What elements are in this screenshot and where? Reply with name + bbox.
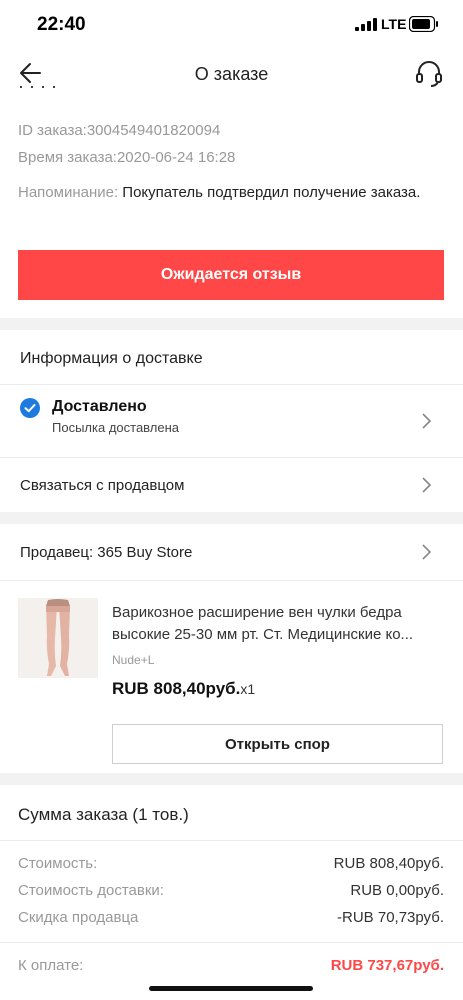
summary-total-value: RUB 737,67руб.: [330, 957, 444, 974]
stockings-image: [18, 598, 98, 678]
section-separator: [0, 512, 463, 524]
order-reminder: Напоминание: Покупатель подтвердил получ…: [18, 181, 438, 204]
network-label: LTE: [381, 16, 407, 32]
divider: [0, 457, 463, 458]
summary-label: Стоимость:: [18, 855, 98, 872]
section-separator: [0, 773, 463, 785]
home-indicator[interactable]: [149, 986, 313, 991]
summary-label: К оплате:: [18, 957, 84, 974]
price-value: RUB 808,40руб.: [112, 679, 241, 698]
product-image[interactable]: [18, 598, 98, 678]
order-time: Время заказа:2020-06-24 16:28: [18, 149, 236, 166]
signal-icon: [355, 18, 377, 31]
divider: [0, 580, 463, 581]
chevron-right-icon: [422, 413, 432, 429]
divider: [0, 840, 463, 841]
page-title: О заказе: [194, 64, 269, 84]
chevron-right-icon: [422, 477, 432, 493]
clipped-text: · · · ·: [18, 84, 57, 96]
summary-value: RUB 808,40руб.: [333, 855, 444, 872]
delivery-status-detail: Посылка доставлена: [52, 420, 180, 435]
summary-label: Скидка продавца: [18, 909, 139, 926]
reminder-label: Напоминание:: [18, 184, 119, 201]
reminder-text: Покупатель подтвердил получение заказа.: [118, 184, 421, 201]
order-id: ID заказа:3004549401820094: [18, 122, 221, 139]
summary-label: Стоимость доставки:: [18, 882, 164, 899]
status-bar: 22:40 LTE: [0, 0, 463, 50]
summary-title: Сумма заказа (1 тов.): [18, 805, 189, 824]
delivery-section-title: Информация о доставке: [20, 350, 203, 367]
delivery-status: Доставлено: [52, 398, 147, 415]
open-dispute-button[interactable]: Открыть спор: [112, 724, 443, 764]
divider: [0, 942, 463, 943]
headset-icon[interactable]: [414, 59, 444, 89]
section-separator: [0, 318, 463, 330]
status-time: 22:40: [37, 14, 86, 35]
product-quantity: x1: [240, 681, 256, 697]
divider: [0, 384, 463, 385]
chevron-right-icon: [422, 544, 432, 560]
product-variant: Nude+L: [112, 653, 155, 667]
product-title[interactable]: Варикозное расширение вен чулки бедра вы…: [112, 602, 447, 646]
summary-value: RUB 0,00руб.: [350, 882, 444, 899]
review-button[interactable]: Ожидается отзыв: [18, 250, 444, 300]
summary-value: -RUB 70,73руб.: [337, 909, 444, 926]
seller-label: Продавец: 365 Buy Store: [20, 544, 193, 561]
product-price: RUB 808,40руб.x1: [112, 679, 255, 699]
check-circle-icon: [20, 398, 40, 418]
battery-icon: [409, 16, 438, 32]
contact-seller-label: Связаться с продавцом: [20, 477, 185, 494]
